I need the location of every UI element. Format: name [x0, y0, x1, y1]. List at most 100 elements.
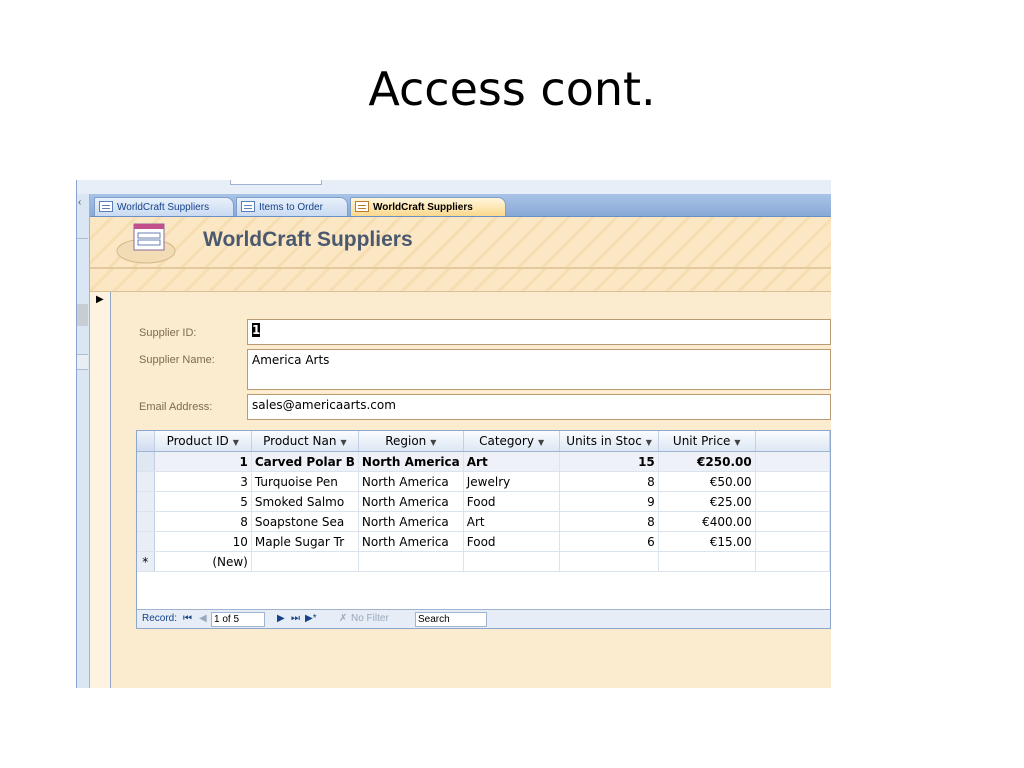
- cell-product-name[interactable]: Turquoise Pen: [251, 471, 359, 492]
- column-label: Region: [385, 434, 427, 448]
- cell-empty[interactable]: [463, 551, 561, 572]
- new-record-button[interactable]: ▶*: [305, 610, 317, 628]
- chevron-down-icon[interactable]: ▼: [233, 438, 239, 447]
- column-header-product-id[interactable]: Product ID ▼: [154, 431, 252, 452]
- cell-category[interactable]: Food: [463, 491, 561, 512]
- table-row[interactable]: 8 Soapstone Sea North America Art 8 €400…: [137, 511, 830, 532]
- ribbon-control[interactable]: [230, 180, 322, 185]
- cell-empty[interactable]: [358, 551, 464, 572]
- cell-product-id[interactable]: 3: [154, 471, 252, 492]
- cell-empty[interactable]: [755, 531, 830, 552]
- row-selector[interactable]: [137, 471, 155, 492]
- supplier-name-field[interactable]: America Arts: [247, 349, 831, 390]
- form-title: WorldCraft Suppliers: [203, 228, 413, 251]
- cell-category[interactable]: Food: [463, 531, 561, 552]
- row-selector[interactable]: [137, 511, 155, 532]
- column-header-region[interactable]: Region ▼: [358, 431, 464, 452]
- filter-status[interactable]: No Filter: [351, 610, 389, 628]
- supplier-id-field[interactable]: 1: [247, 319, 831, 345]
- column-header-units-in-stock[interactable]: Units in Stoc ▼: [559, 431, 659, 452]
- cell-product-id[interactable]: 10: [154, 531, 252, 552]
- first-record-button[interactable]: ⏮: [183, 610, 192, 628]
- tab-label: WorldCraft Suppliers: [373, 202, 473, 213]
- chevron-left-icon[interactable]: ‹: [78, 197, 81, 208]
- cell-empty[interactable]: [755, 451, 830, 472]
- table-row[interactable]: 5 Smoked Salmo North America Food 9 €25.…: [137, 491, 830, 512]
- column-label: Product ID: [166, 434, 229, 448]
- record-selector[interactable]: ▶: [90, 292, 111, 688]
- chevron-down-icon[interactable]: ▼: [646, 438, 652, 447]
- tab-worldcraft-suppliers-form[interactable]: WorldCraft Suppliers: [350, 197, 506, 216]
- navigation-pane-collapsed[interactable]: ‹: [77, 194, 90, 688]
- row-selector[interactable]: [137, 451, 155, 472]
- cell-region[interactable]: North America: [358, 471, 464, 492]
- table-row[interactable]: 10 Maple Sugar Tr North America Food 6 €…: [137, 531, 830, 552]
- cell-product-id[interactable]: 1: [154, 451, 252, 472]
- cell-new-product-id[interactable]: (New): [154, 551, 252, 572]
- cell-region[interactable]: North America: [358, 451, 464, 472]
- cell-region[interactable]: North America: [358, 491, 464, 512]
- column-header-product-name[interactable]: Product Nan ▼: [251, 431, 359, 452]
- cell-product-name[interactable]: Soapstone Sea: [251, 511, 359, 532]
- cell-product-name[interactable]: Carved Polar B: [251, 451, 359, 472]
- chevron-down-icon[interactable]: ▼: [430, 438, 436, 447]
- tab-label: Items to Order: [259, 202, 323, 213]
- cell-empty[interactable]: [658, 551, 756, 572]
- filter-icon[interactable]: ✗: [339, 610, 347, 628]
- cell-category[interactable]: Art: [463, 511, 561, 532]
- cell-units-in-stock[interactable]: 8: [559, 471, 659, 492]
- select-all-cell[interactable]: [137, 431, 155, 452]
- cell-unit-price[interactable]: €25.00: [658, 491, 756, 512]
- column-header-unit-price[interactable]: Unit Price ▼: [658, 431, 756, 452]
- chevron-down-icon[interactable]: ▼: [538, 438, 544, 447]
- cell-product-name[interactable]: Maple Sugar Tr: [251, 531, 359, 552]
- tab-worldcraft-suppliers-table[interactable]: WorldCraft Suppliers: [94, 197, 234, 216]
- cell-unit-price[interactable]: €50.00: [658, 471, 756, 492]
- cell-units-in-stock[interactable]: 15: [559, 451, 659, 472]
- form-header-divider: [90, 269, 831, 292]
- chevron-down-icon[interactable]: ▼: [734, 438, 740, 447]
- new-record-marker: *: [137, 551, 155, 572]
- cell-empty[interactable]: [755, 511, 830, 532]
- row-selector[interactable]: [137, 531, 155, 552]
- current-record-icon: ▶: [96, 294, 104, 305]
- cell-units-in-stock[interactable]: 9: [559, 491, 659, 512]
- record-label: Record:: [142, 613, 178, 624]
- search-input[interactable]: Search: [415, 612, 487, 627]
- column-label: Unit Price: [672, 434, 731, 448]
- chevron-down-icon[interactable]: ▼: [340, 438, 346, 447]
- previous-record-button[interactable]: ◀: [199, 610, 207, 628]
- query-icon: [241, 201, 255, 212]
- column-header-category[interactable]: Category ▼: [463, 431, 561, 452]
- cell-product-id[interactable]: 5: [154, 491, 252, 512]
- new-record-row[interactable]: * (New): [137, 551, 830, 572]
- cell-empty[interactable]: [559, 551, 659, 572]
- cell-region[interactable]: North America: [358, 511, 464, 532]
- current-record-field[interactable]: 1 of 5: [211, 612, 265, 627]
- email-address-field[interactable]: sales@americaarts.com: [247, 394, 831, 420]
- cell-empty[interactable]: [755, 551, 830, 572]
- column-header-add-new[interactable]: [755, 431, 830, 452]
- table-row[interactable]: 1 Carved Polar B North America Art 15 €2…: [137, 451, 830, 472]
- last-record-button[interactable]: ⏭: [291, 610, 300, 628]
- cell-unit-price[interactable]: €400.00: [658, 511, 756, 532]
- cell-product-name[interactable]: Smoked Salmo: [251, 491, 359, 512]
- cell-product-id[interactable]: 8: [154, 511, 252, 532]
- cell-empty[interactable]: [251, 551, 359, 572]
- cell-unit-price[interactable]: €15.00: [658, 531, 756, 552]
- table-row[interactable]: 3 Turquoise Pen North America Jewelry 8 …: [137, 471, 830, 492]
- cell-empty[interactable]: [755, 471, 830, 492]
- nav-pane-item[interactable]: [77, 304, 88, 326]
- supplier-name-label: Supplier Name:: [139, 354, 215, 366]
- cell-unit-price[interactable]: €250.00: [658, 451, 756, 472]
- cell-empty[interactable]: [755, 491, 830, 512]
- cell-region[interactable]: North America: [358, 531, 464, 552]
- cell-units-in-stock[interactable]: 8: [559, 511, 659, 532]
- cell-units-in-stock[interactable]: 6: [559, 531, 659, 552]
- cell-category[interactable]: Jewelry: [463, 471, 561, 492]
- tab-items-to-order[interactable]: Items to Order: [236, 197, 348, 216]
- nav-pane-item[interactable]: [77, 354, 88, 370]
- row-selector[interactable]: [137, 491, 155, 512]
- cell-category[interactable]: Art: [463, 451, 561, 472]
- next-record-button[interactable]: ▶: [277, 610, 285, 628]
